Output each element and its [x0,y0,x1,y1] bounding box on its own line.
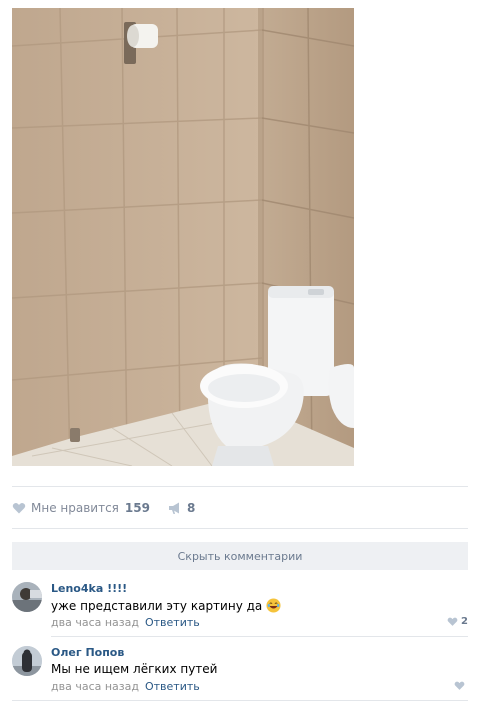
comment-like-count: 2 [461,616,468,627]
post-actions: Мне нравится 159 8 [12,498,213,518]
share-count: 8 [186,501,196,515]
megaphone-icon [168,502,179,514]
comment-item: Leno4ka !!!! уже представили эту картину… [12,582,468,629]
post-photo[interactable] [12,8,354,466]
reply-link[interactable]: Ответить [145,680,200,693]
comment-like-button[interactable]: 2 [447,616,468,627]
comment-text-content: уже представили эту картину да [51,598,263,613]
divider-top [12,486,468,487]
comment-item: Олег Попов Мы не ищем лёгких путей два ч… [12,646,468,693]
heart-icon [454,681,465,690]
comment-like-button[interactable] [454,680,468,691]
comment-text-content: Мы не ищем лёгких путей [51,662,218,676]
heart-icon [447,617,458,626]
comment-divider [51,636,468,637]
like-button[interactable]: Мне нравится 159 [12,501,150,515]
laughing-emoji-icon [266,598,281,613]
avatar-image [12,582,42,612]
comment-text: уже представили эту картину да [51,598,281,613]
comment-time[interactable]: два часа назад [51,680,139,693]
like-count: 159 [124,501,150,515]
divider-end [12,700,468,701]
comment-author[interactable]: Олег Попов [51,646,124,659]
bathroom-photo-illustration [12,8,354,466]
comment-meta: два часа назад Ответить [51,616,200,629]
comment-author[interactable]: Leno4ka !!!! [51,582,127,595]
divider-bottom [12,528,468,529]
heart-icon [12,503,26,514]
comment-meta: два часа назад Ответить [51,680,200,693]
avatar[interactable] [12,582,42,612]
avatar-image [12,646,42,676]
like-label: Мне нравится [31,501,119,515]
share-button[interactable]: 8 [168,501,195,515]
hide-comments-button[interactable]: Скрыть комментарии [12,542,468,570]
comment-text: Мы не ищем лёгких путей [51,662,217,676]
reply-link[interactable]: Ответить [145,616,200,629]
avatar[interactable] [12,646,42,676]
comment-time[interactable]: два часа назад [51,616,139,629]
